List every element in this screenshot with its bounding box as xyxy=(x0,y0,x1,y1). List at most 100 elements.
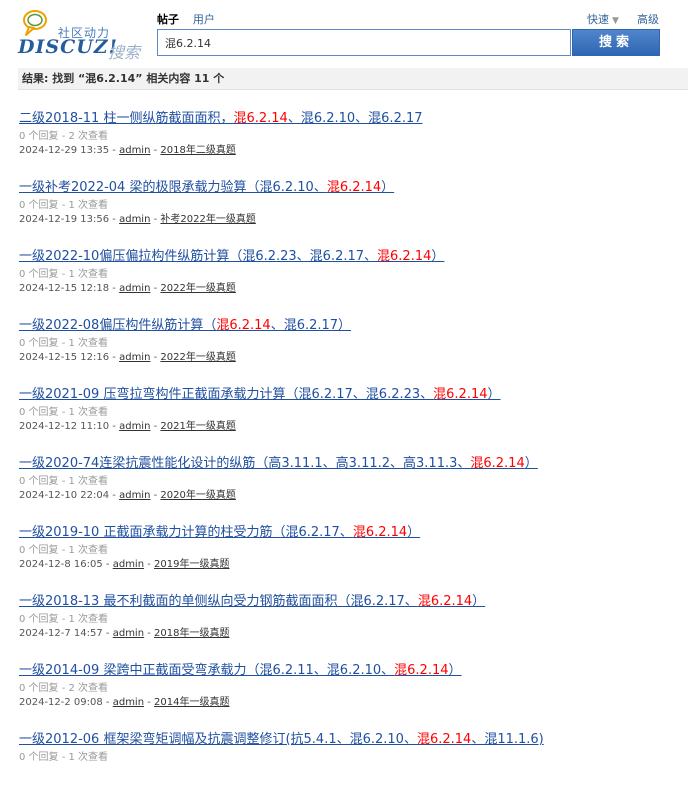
result-title-link[interactable]: 一级补考2022-04 梁的极限承载力验算（混6.2.10、混6.2.14） xyxy=(19,179,394,197)
title-text: 、混11.1.6) xyxy=(471,732,544,747)
chevron-down-icon: ▼ xyxy=(612,16,619,26)
tab-posts[interactable]: 帖子 xyxy=(157,11,179,27)
forum-link[interactable]: 2020年一级真题 xyxy=(160,490,235,501)
forum-link[interactable]: 2018年二级真题 xyxy=(160,145,235,156)
result-stats: 0 个回复 - 1 次查看 xyxy=(19,752,109,763)
result-item: 一级补考2022-04 梁的极限承载力验算（混6.2.10、混6.2.14） 0… xyxy=(19,179,689,248)
tab-users[interactable]: 用户 xyxy=(193,11,215,27)
result-stats: 0 个回复 - 2 次查看 xyxy=(19,683,109,694)
logo-search-text: 搜索 xyxy=(108,43,141,62)
result-date: 2024-12-12 11:10 xyxy=(19,421,110,432)
title-text: ） xyxy=(487,387,501,402)
title-text: 一级2012-06 框架梁弯矩调幅及抗震调整修订(抗5.4.1、混6.2.10、 xyxy=(19,732,417,747)
result-stats: 0 个回复 - 1 次查看 xyxy=(19,407,109,418)
title-text: 一级2020-74连梁抗震性能化设计的纵筋（高3.11.1、高3.11.2、高3… xyxy=(19,456,471,471)
title-highlight: 混6.2.14 xyxy=(394,663,449,678)
forum-link[interactable]: 2022年一级真题 xyxy=(160,352,235,363)
result-item: 一级2019-10 正截面承载力计算的柱受力筋（混6.2.17、混6.2.14）… xyxy=(19,524,689,593)
forum-link[interactable]: 2019年一级真题 xyxy=(154,559,229,570)
result-item: 一级2022-10偏压偏拉构件纵筋计算（混6.2.23、混6.2.17、混6.2… xyxy=(19,248,689,317)
result-date: 2024-12-15 12:16 xyxy=(19,352,110,363)
result-meta: 2024-12-7 14:57 - admin - 2018年一级真题 xyxy=(19,628,230,639)
result-meta: 2024-12-29 13:35 - admin - 2018年二级真题 xyxy=(19,145,236,156)
results-summary: 结果: 找到 “混6.2.14” 相关内容 11 个 xyxy=(18,68,688,90)
result-title-link[interactable]: 一级2020-74连梁抗震性能化设计的纵筋（高3.11.1、高3.11.2、高3… xyxy=(19,455,538,473)
author-link[interactable]: admin xyxy=(119,283,150,294)
forum-link[interactable]: 2021年一级真题 xyxy=(160,421,235,432)
title-text: 一级2021-09 压弯拉弯构件正截面承载力计算（混6.2.17、混6.2.23… xyxy=(19,387,434,402)
title-text: ） xyxy=(381,180,395,195)
result-date: 2024-12-7 14:57 xyxy=(19,628,103,639)
result-title-link[interactable]: 一级2012-06 框架梁弯矩调幅及抗震调整修订(抗5.4.1、混6.2.10、… xyxy=(19,731,544,749)
result-meta: 2024-12-15 12:16 - admin - 2022年一级真题 xyxy=(19,352,236,363)
result-title-link[interactable]: 一级2018-13 最不利截面的单侧纵向受力钢筋截面面积（混6.2.17、混6.… xyxy=(19,593,485,611)
result-stats: 0 个回复 - 1 次查看 xyxy=(19,476,109,487)
result-title-link[interactable]: 一级2019-10 正截面承载力计算的柱受力筋（混6.2.17、混6.2.14） xyxy=(19,524,420,542)
result-item: 一级2020-74连梁抗震性能化设计的纵筋（高3.11.1、高3.11.2、高3… xyxy=(19,455,689,524)
author-link[interactable]: admin xyxy=(119,421,150,432)
result-item: 一级2022-08偏压构件纵筋计算（混6.2.14、混6.2.17） 0 个回复… xyxy=(19,317,689,386)
result-stats: 0 个回复 - 1 次查看 xyxy=(19,338,109,349)
author-link[interactable]: admin xyxy=(113,697,144,708)
result-title-link[interactable]: 一级2022-08偏压构件纵筋计算（混6.2.14、混6.2.17） xyxy=(19,317,351,335)
result-item: 一级2018-13 最不利截面的单侧纵向受力钢筋截面面积（混6.2.17、混6.… xyxy=(19,593,689,662)
result-meta: 2024-12-10 22:04 - admin - 2020年一级真题 xyxy=(19,490,236,501)
title-text: ） xyxy=(472,594,486,609)
title-text: 一级2022-10偏压偏拉构件纵筋计算（混6.2.23、混6.2.17、 xyxy=(19,249,378,264)
result-item: 二级2018-11 柱一侧纵筋截面面积，混6.2.14、混6.2.10、混6.2… xyxy=(19,110,689,179)
title-text: 一级2019-10 正截面承载力计算的柱受力筋（混6.2.17、 xyxy=(19,525,353,540)
result-title-link[interactable]: 一级2022-10偏压偏拉构件纵筋计算（混6.2.23、混6.2.17、混6.2… xyxy=(19,248,444,266)
result-stats: 0 个回复 - 1 次查看 xyxy=(19,200,109,211)
title-text: ） xyxy=(431,249,445,264)
discuz-logo[interactable]: 社区动力 DISCUZ! 搜索 xyxy=(18,10,146,62)
author-link[interactable]: admin xyxy=(119,214,150,225)
title-highlight: 混6.2.14 xyxy=(470,456,525,471)
forum-link[interactable]: 2014年一级真题 xyxy=(154,697,229,708)
result-title-link[interactable]: 二级2018-11 柱一侧纵筋截面面积，混6.2.14、混6.2.10、混6.2… xyxy=(19,110,423,128)
title-highlight: 混6.2.14 xyxy=(233,111,288,126)
title-highlight: 混6.2.14 xyxy=(377,249,432,264)
search-button[interactable]: 搜索 xyxy=(572,29,660,56)
author-link[interactable]: admin xyxy=(119,145,150,156)
title-text: 、混6.2.17） xyxy=(270,318,352,333)
result-meta: 2024-12-19 13:56 - admin - 补考2022年一级真题 xyxy=(19,214,256,225)
speech-bubble-icon xyxy=(23,10,47,36)
title-highlight: 混6.2.14 xyxy=(326,180,382,195)
result-date: 2024-12-29 13:35 xyxy=(19,145,110,156)
result-stats: 0 个回复 - 1 次查看 xyxy=(19,269,109,280)
result-date: 2024-12-10 22:04 xyxy=(19,490,110,501)
title-text: ） xyxy=(407,525,421,540)
title-text: ） xyxy=(448,663,462,678)
advanced-search-link[interactable]: 高级 xyxy=(637,11,659,27)
result-date: 2024-12-19 13:56 xyxy=(19,214,110,225)
result-title-link[interactable]: 一级2014-09 梁跨中正截面受弯承载力（混6.2.11、混6.2.10、混6… xyxy=(19,662,462,680)
quick-dropdown[interactable]: 快速 ▼ xyxy=(587,11,619,27)
title-text: 一级补考2022-04 梁的极限承载力验算（混6.2.10、 xyxy=(19,180,327,195)
title-text: 一级2018-13 最不利截面的单侧纵向受力钢筋截面面积（混6.2.17、 xyxy=(19,594,418,609)
result-meta: 2024-12-8 16:05 - admin - 2019年一级真题 xyxy=(19,559,230,570)
forum-link[interactable]: 补考2022年一级真题 xyxy=(160,214,255,225)
result-list: 二级2018-11 柱一侧纵筋截面面积，混6.2.14、混6.2.10、混6.2… xyxy=(19,110,689,800)
forum-link[interactable]: 2022年一级真题 xyxy=(160,283,235,294)
author-link[interactable]: admin xyxy=(113,559,144,570)
result-stats: 0 个回复 - 2 次查看 xyxy=(19,131,109,142)
author-link[interactable]: admin xyxy=(119,352,150,363)
result-item: 一级2021-09 压弯拉弯构件正截面承载力计算（混6.2.17、混6.2.23… xyxy=(19,386,689,455)
result-stats: 0 个回复 - 1 次查看 xyxy=(19,614,109,625)
author-link[interactable]: admin xyxy=(113,628,144,639)
forum-link[interactable]: 2018年一级真题 xyxy=(154,628,229,639)
title-highlight: 混6.2.14 xyxy=(352,525,408,540)
title-text: 、混6.2.10、混6.2.17 xyxy=(287,111,423,126)
search-input[interactable] xyxy=(157,29,571,56)
author-link[interactable]: admin xyxy=(119,490,150,501)
title-highlight: 混6.2.14 xyxy=(433,387,488,402)
title-text: 一级2022-08偏压构件纵筋计算（ xyxy=(19,318,217,333)
result-title-link[interactable]: 一级2021-09 压弯拉弯构件正截面承载力计算（混6.2.17、混6.2.23… xyxy=(19,386,501,404)
logo-brand: DISCUZ! xyxy=(18,36,118,58)
result-item: 一级2014-09 梁跨中正截面受弯承载力（混6.2.11、混6.2.10、混6… xyxy=(19,662,689,731)
title-text: ） xyxy=(524,456,538,471)
title-highlight: 混6.2.14 xyxy=(417,594,473,609)
title-highlight: 混6.2.14 xyxy=(216,318,271,333)
title-text: 二级2018-11 柱一侧纵筋截面面积， xyxy=(19,111,234,126)
header: 社区动力 DISCUZ! 搜索 帖子 用户 快速▼ 高级 搜索 xyxy=(0,0,698,70)
